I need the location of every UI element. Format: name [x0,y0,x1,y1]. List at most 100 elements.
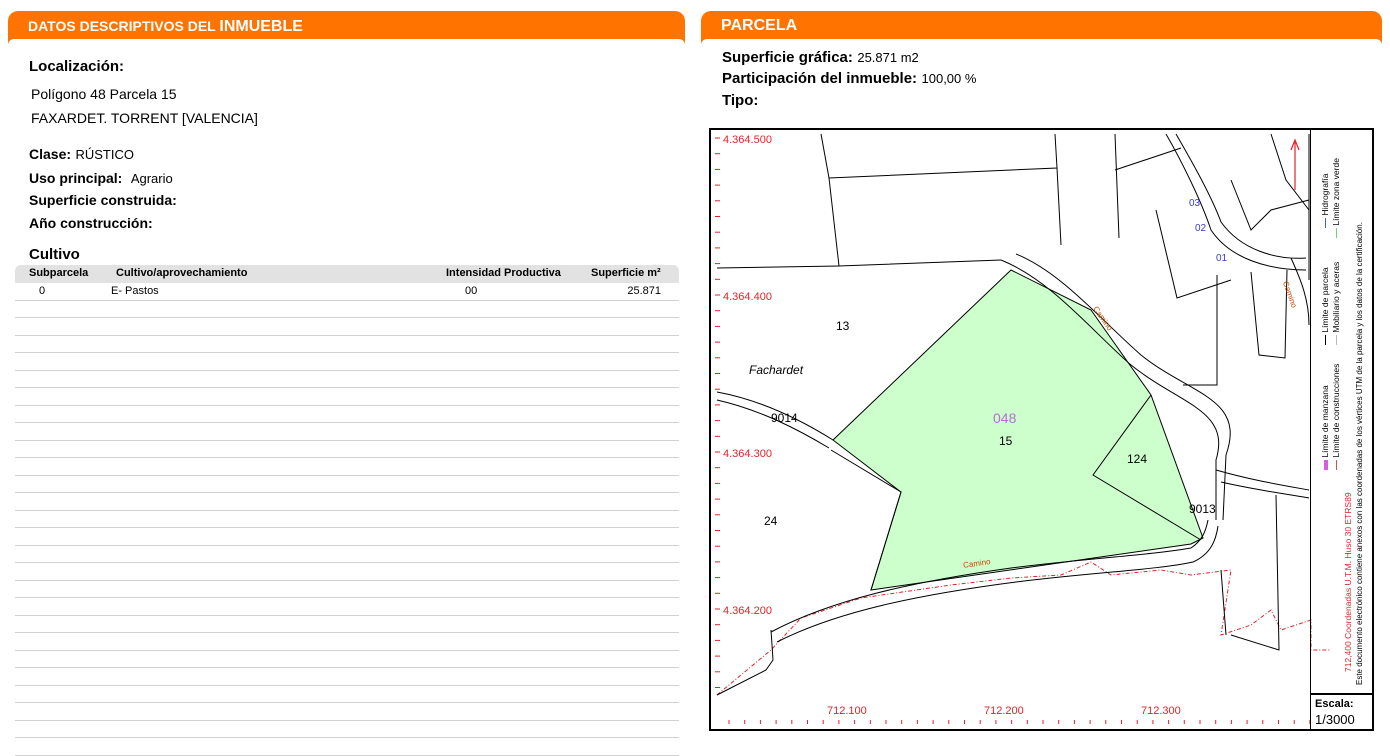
table-row [15,546,679,563]
boundary-ne3 [1183,275,1218,386]
localizacion-label: Localización: [29,58,125,75]
table-row [15,441,679,458]
table-row [15,476,679,493]
table-row [15,633,679,651]
legend-mobiliario-row: Mobiliario y aceras [1331,262,1341,345]
legend-zona-verde-row: Límite zona verde [1331,158,1341,238]
col-subparcela: Subparcela [29,267,89,279]
map-drawing [715,133,1331,724]
table-row [15,493,679,511]
legend-limite-manzana-row: Límite de manzana [1320,385,1330,470]
escala-value: 1/3000 [1315,712,1355,727]
municipal-boundary [716,561,1331,696]
table-row [15,616,679,633]
localizacion-line2: FAXARDET. TORRENT [VALENCIA] [31,110,258,126]
parcel-124-label: 124 [1127,452,1148,466]
clase-value: RÚSTICO [75,147,134,162]
tipo-label: Tipo: [722,92,759,109]
road-9013-2 [1220,481,1310,499]
y-coord-4: 4.364.200 [723,605,772,617]
table-row [15,598,679,616]
legend-doc-note: Este documento electrónico contiene anex… [1355,222,1364,685]
parcel-9013-label: 9013 [1189,502,1216,516]
cadastral-map[interactable]: 4.364.500 4.364.400 4.364.300 4.364.200 … [709,128,1374,731]
parcel-13-label: 13 [836,319,850,333]
localizacion-line1: Polígono 48 Parcela 15 [31,86,177,102]
legend-coords-note: 712,400 Coordenadas U.T.M. Huso 30 ETRS8… [1343,492,1353,672]
scale-box: Escala: 1/3000 [1310,694,1374,731]
inmueble-header-prefix: DATOS DESCRIPTIVOS DEL [28,18,220,34]
table-row: 0 E- Pastos 00 25.871 [15,283,679,301]
table-row [15,371,679,388]
legend-limite-parcela-row: Límite de parcela [1320,267,1330,345]
table-row [15,388,679,406]
col-superficie: Superficie m² [591,267,661,279]
clase-label: Clase: [29,146,72,162]
boundary-se [1220,569,1227,636]
cell-subparcela: 0 [39,285,46,297]
parcel-24-label: 24 [764,514,778,528]
y-axis-ticks [715,137,720,688]
x-axis-ticks [728,720,1311,724]
table-row [15,686,679,703]
table-row [15,423,679,441]
cultivo-table: Subparcela Cultivo/aprovechamiento Inten… [15,265,679,756]
col-intensidad: Intensidad Productiva [446,267,561,279]
superficie-grafica-label: Superficie gráfica: [722,49,853,66]
boundary-sw [716,629,774,696]
boundary-east [1230,494,1280,651]
cell-superficie: 25.871 [627,285,661,297]
table-row [15,301,679,318]
legend-mobiliario: Mobiliario y aceras [1331,261,1341,333]
boundary-ne2 [1230,179,1310,231]
road-ne-2 [1175,133,1307,259]
road-ne [1165,133,1307,271]
parcel-9014-label: 9014 [771,411,798,425]
table-row [15,353,679,371]
table-header: Subparcela Cultivo/aprovechamiento Inten… [15,265,679,283]
table-row [15,668,679,686]
table-row [15,651,679,668]
superficie-grafica-row: Superficie gráfica: 25.871 m2 [722,49,919,67]
boundary-top-block4 [1114,133,1120,239]
legend-construcciones-row: Límite de construcciones [1331,364,1341,470]
legend-construcciones: Límite de construcciones [1331,363,1341,458]
table-row [15,336,679,353]
legend-hidrografia-row: Hidrografía [1320,174,1330,228]
poligono-label: 048 [993,410,1017,426]
boundary-top-block5 [1114,147,1182,171]
uso-label: Uso principal: [29,170,123,186]
col-cultivo: Cultivo/aprovechamiento [116,267,248,279]
escala-label: Escala: [1315,698,1354,710]
north-arrow [1290,138,1300,190]
place-name-label: Fachardet [749,363,804,377]
y-coord-3: 4.364.300 [723,448,772,460]
x-coord-2: 712.200 [984,705,1024,717]
table-row [15,406,679,423]
table-row [15,511,679,528]
boundary-ne5 [1270,133,1310,211]
clase-row: Clase: RÚSTICO [29,146,134,164]
small-number-03: 03 [1189,198,1201,209]
parcel-15-label: 15 [999,434,1013,448]
participacion-value: 100,00 % [921,71,977,86]
uso-row: Uso principal: Agrario [29,170,173,188]
inmueble-header: DATOS DESCRIPTIVOS DEL INMUEBLE [8,11,685,45]
cell-cultivo: E- Pastos [111,285,159,297]
small-number-01: 01 [1216,253,1228,264]
table-row [15,703,679,721]
map-legend: Hidrografía Límite de parcela Límite de … [1310,128,1374,695]
boundary-top-block2 [828,177,1002,267]
anio-construccion-label: Año construcción: [29,215,153,231]
participacion-label: Participación del inmueble: [722,70,918,87]
superficie-construida-label: Superficie construida: [29,192,177,208]
table-row [15,581,679,598]
table-row [15,721,679,738]
table-row [15,738,679,756]
boundary-top-block [820,133,1058,179]
legend-limite-parcela: Límite de parcela [1320,267,1330,333]
participacion-row: Participación del inmueble: 100,00 % [722,70,976,88]
legend-limite-manzana: Límite de manzana [1320,385,1330,458]
y-coord-2: 4.364.400 [723,291,772,303]
table-body: 0 E- Pastos 00 25.871 [15,283,679,756]
